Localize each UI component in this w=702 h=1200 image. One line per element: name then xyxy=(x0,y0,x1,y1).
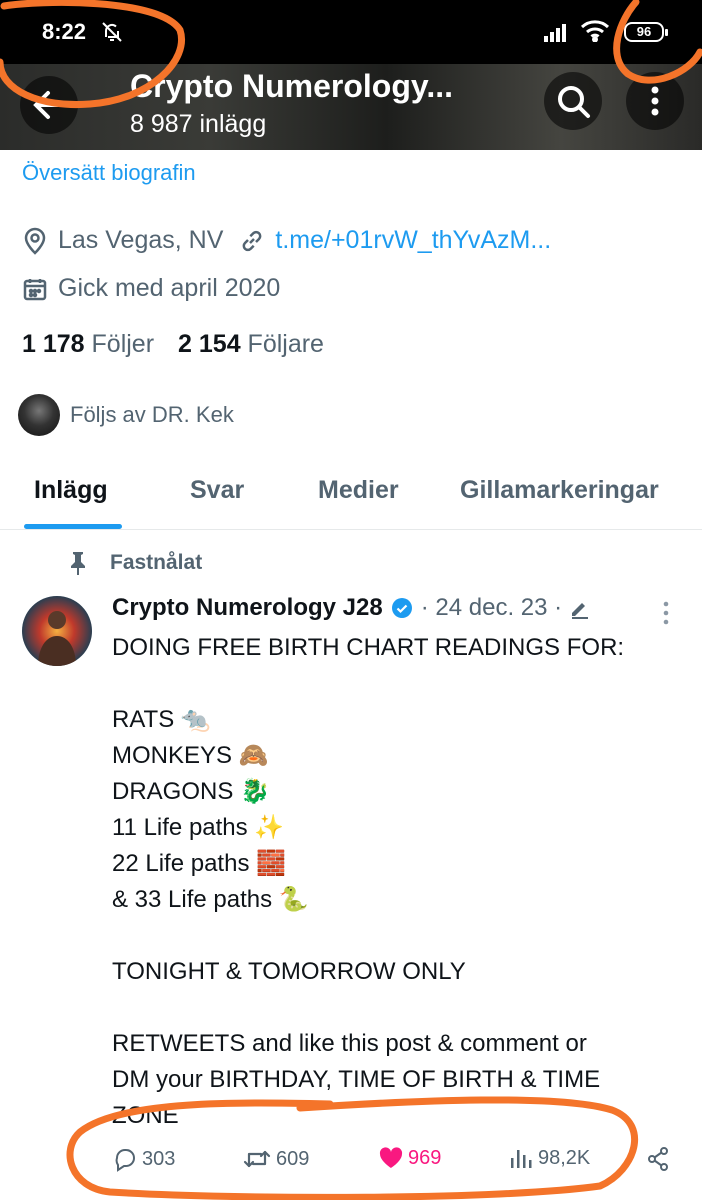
followed-by-text: Följs av DR. Kek xyxy=(70,402,234,427)
translate-bio-link[interactable]: Översätt biografin xyxy=(22,160,196,186)
pinned-label-row: Fastnålat xyxy=(68,550,202,576)
follower-avatar xyxy=(18,394,60,436)
location-text: Las Vegas, NV xyxy=(58,226,224,254)
joined-row: Gick med april 2020 xyxy=(22,274,280,303)
edit-icon xyxy=(572,603,589,619)
post-count: 8 987 inlägg xyxy=(130,110,267,138)
post-author-name[interactable]: Crypto Numerology J28 xyxy=(112,594,383,622)
profile-header: Crypto Numerology... 8 987 inlägg xyxy=(0,64,702,150)
link-icon xyxy=(242,230,262,251)
post-more-icon[interactable] xyxy=(656,600,676,626)
more-options-button[interactable] xyxy=(626,72,684,130)
post-actions: 303 609 969 98,2K xyxy=(0,1140,702,1180)
location-pin-icon xyxy=(24,227,46,255)
reply-icon xyxy=(115,1149,135,1172)
more-vertical-icon xyxy=(651,86,659,116)
pinned-label: Fastnålat xyxy=(110,551,203,574)
post-date: · 24 dec. 23 · xyxy=(420,594,563,621)
joined-text: Gick med april 2020 xyxy=(58,274,281,302)
share-icon xyxy=(648,1147,668,1171)
repost-icon xyxy=(243,1150,271,1168)
post-author-avatar[interactable] xyxy=(22,596,92,666)
arrow-left-icon xyxy=(33,91,64,119)
like-button[interactable]: 969 xyxy=(378,1146,441,1170)
followers-link[interactable]: 2 154 Följare xyxy=(178,330,324,358)
calendar-icon xyxy=(23,278,47,300)
avatar-figure-icon xyxy=(38,611,76,666)
pin-icon xyxy=(71,552,85,575)
followers-label: Följare xyxy=(247,330,324,358)
heart-filled-icon xyxy=(379,1147,403,1168)
search-button[interactable] xyxy=(544,72,602,130)
tab-likes[interactable]: Gillamarkeringar xyxy=(460,476,659,505)
signal-icon xyxy=(544,24,566,42)
verified-badge-icon xyxy=(391,598,412,618)
share-button[interactable] xyxy=(646,1146,674,1172)
like-count: 969 xyxy=(408,1146,442,1169)
post-header: Crypto Numerology J28 · 24 dec. 23 · xyxy=(112,594,592,622)
status-bar: 8:22 96 xyxy=(0,0,702,64)
profile-title: Crypto Numerology... xyxy=(130,68,453,104)
repost-button[interactable]: 609 xyxy=(242,1146,309,1172)
following-label: Följer xyxy=(91,330,155,358)
repost-count: 609 xyxy=(276,1147,310,1170)
back-button[interactable] xyxy=(20,76,78,134)
tab-replies[interactable]: Svar xyxy=(190,476,244,505)
followers-count: 2 154 xyxy=(178,330,241,358)
profile-tabs: Inlägg Svar Medier Gillamarkeringar xyxy=(0,460,702,530)
location-row: Las Vegas, NV t.me/+01rvW_thYvAzM... xyxy=(22,226,551,255)
active-tab-indicator xyxy=(24,524,122,529)
reply-count: 303 xyxy=(142,1147,176,1170)
following-link[interactable]: 1 178 Följer xyxy=(22,330,154,358)
tab-media[interactable]: Medier xyxy=(318,476,399,505)
follow-stats: 1 178 Följer 2 154 Följare xyxy=(22,330,324,359)
following-count: 1 178 xyxy=(22,330,85,358)
tab-posts[interactable]: Inlägg xyxy=(34,476,108,505)
followed-by-row[interactable]: Följs av DR. Kek xyxy=(18,394,234,436)
search-icon xyxy=(558,86,590,118)
views-chart-icon xyxy=(511,1150,532,1168)
reply-button[interactable]: 303 xyxy=(112,1146,175,1172)
post-text: DOING FREE BIRTH CHART READINGS FOR: RAT… xyxy=(112,634,625,1129)
profile-link[interactable]: t.me/+01rvW_thYvAzM... xyxy=(275,226,551,255)
views-button[interactable]: 98,2K xyxy=(508,1146,590,1170)
battery-indicator: 96 xyxy=(624,22,668,42)
wifi-icon xyxy=(580,20,610,42)
views-count: 98,2K xyxy=(538,1146,591,1169)
status-time: 8:22 xyxy=(42,19,87,44)
bell-muted-icon xyxy=(102,22,122,42)
